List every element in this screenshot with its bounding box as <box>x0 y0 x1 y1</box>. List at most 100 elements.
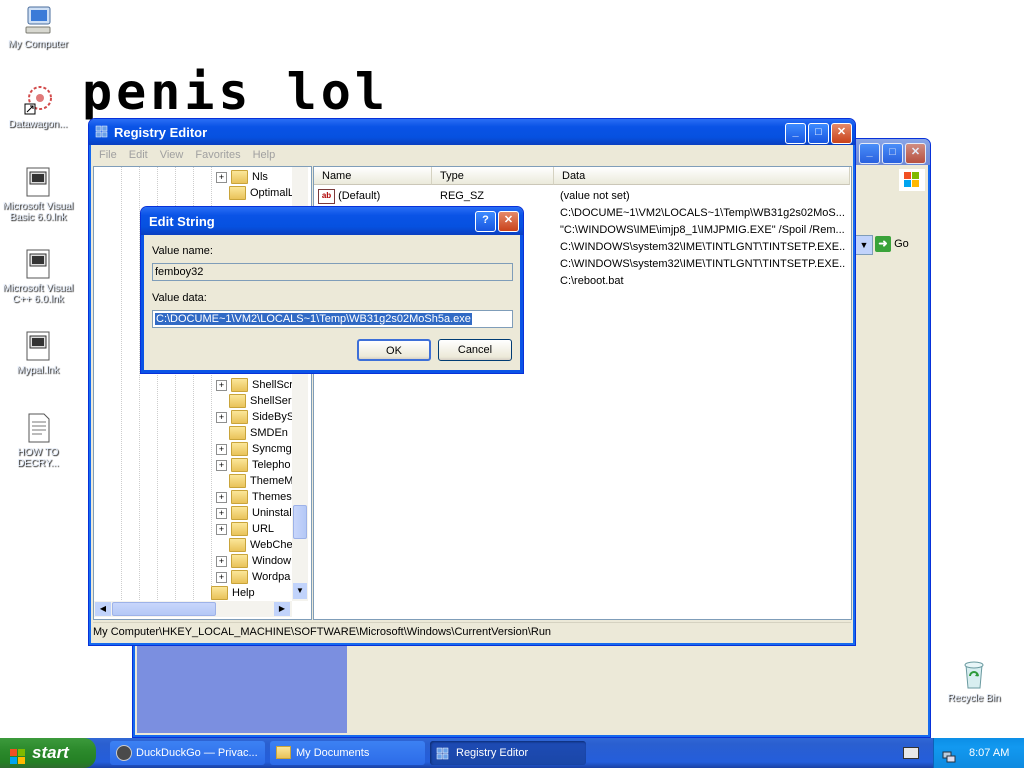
taskbar-item-registry-editor[interactable]: Registry Editor <box>430 741 586 765</box>
tree-item[interactable]: SMDEn <box>229 425 288 441</box>
expand-icon[interactable]: + <box>216 443 227 455</box>
desktop-icon-label: My Computer <box>7 39 68 50</box>
folder-icon <box>231 410 248 425</box>
status-bar: My Computer\HKEY_LOCAL_MACHINE\SOFTWARE\… <box>93 622 851 641</box>
close-button[interactable]: ✕ <box>498 211 519 232</box>
column-header-type[interactable]: Type <box>432 167 554 185</box>
tree-item[interactable]: + Wordpa <box>216 569 290 585</box>
folder-icon <box>231 458 248 473</box>
go-label: Go <box>894 238 909 250</box>
expand-icon[interactable]: + <box>216 507 227 519</box>
expand-icon[interactable]: + <box>216 411 227 423</box>
dialog-titlebar[interactable]: Edit String ? ✕ <box>141 207 523 235</box>
menu-edit[interactable]: Edit <box>123 146 154 164</box>
string-value-icon: ab <box>318 188 335 204</box>
start-button[interactable]: start <box>0 738 96 768</box>
taskbar-item-my-documents[interactable]: My Documents <box>270 741 425 765</box>
desktop-icon-how-to-decrypt[interactable]: HOW TO DECRY... <box>0 412 76 469</box>
address-dropdown-arrow[interactable]: ▼ <box>855 235 873 255</box>
ok-button[interactable]: OK <box>357 339 431 361</box>
tree-item[interactable]: + Uninstal <box>216 505 292 521</box>
maximize-button[interactable]: □ <box>808 123 829 144</box>
value-data[interactable]: C:\DOCUME~1\VM2\LOCALS~1\Temp\WB31g2s02M… <box>560 205 846 222</box>
value-type: REG_SZ <box>440 190 485 202</box>
taskbar: start DuckDuckGo — Privac... My Document… <box>0 738 1024 768</box>
folder-icon <box>229 538 246 553</box>
desktop-icon-vcpp6[interactable]: Microsoft Visual C++ 6.0.lnk <box>0 248 76 305</box>
background-window-sidepanel <box>137 645 347 733</box>
tree-horizontal-scrollbar[interactable]: ◀ ▶ <box>94 601 292 617</box>
expand-icon[interactable]: + <box>216 555 227 567</box>
registry-editor-title: Registry Editor <box>114 125 208 140</box>
folder-icon <box>276 746 291 759</box>
shortcut-file-icon <box>22 248 54 280</box>
expand-icon[interactable]: + <box>216 459 227 471</box>
desktop-icon-mypal[interactable]: Mypal.lnk <box>0 330 76 376</box>
tree-item[interactable]: + Telepho <box>216 457 291 473</box>
desktop-icon-vb6[interactable]: Microsoft Visual Basic 6.0.lnk <box>0 166 76 223</box>
value-data-label: Value data: <box>152 292 207 304</box>
column-header-name[interactable]: Name <box>314 167 432 185</box>
desktop-icon-label: Mypal.lnk <box>16 365 60 376</box>
tree-item[interactable]: + URL <box>216 521 274 537</box>
scroll-left-arrow[interactable]: ◀ <box>95 602 111 616</box>
tree-item[interactable]: ThemeM <box>229 473 293 489</box>
column-header-data[interactable]: Data <box>554 167 850 185</box>
network-icon[interactable] <box>942 746 956 763</box>
tree-item[interactable]: + Themes <box>216 489 292 505</box>
folder-icon <box>231 170 248 185</box>
edit-string-dialog[interactable]: Edit String ? ✕ Value name: femboy32 Val… <box>140 206 524 374</box>
system-tray: 8:07 AM <box>933 738 1024 768</box>
cancel-button[interactable]: Cancel <box>438 339 512 361</box>
tree-item[interactable]: WebChe <box>229 537 293 553</box>
tree-item[interactable]: + SideByS <box>216 409 294 425</box>
registry-editor-titlebar[interactable]: Registry Editor _ □ ✕ <box>89 119 855 145</box>
maximize-button[interactable]: □ <box>882 143 903 164</box>
shortcut-file-icon <box>22 330 54 362</box>
value-data[interactable]: C:\reboot.bat <box>560 273 846 290</box>
go-button[interactable]: ➜ Go <box>875 235 921 253</box>
go-arrow-icon: ➜ <box>875 236 891 253</box>
value-data[interactable]: C:\WINDOWS\system32\IME\TINTLGNT\TINTSET… <box>560 239 846 256</box>
expand-icon[interactable]: + <box>216 379 227 391</box>
computer-icon <box>22 4 54 36</box>
menu-view[interactable]: View <box>154 146 190 164</box>
desktop-icon-datawagon[interactable]: Datawagon... <box>0 84 76 130</box>
taskbar-item-duckduckgo[interactable]: DuckDuckGo — Privac... <box>110 741 265 765</box>
close-button[interactable]: ✕ <box>905 143 926 164</box>
tree-item[interactable]: + Syncmgr <box>216 441 295 457</box>
value-data[interactable]: C:\WINDOWS\system32\IME\TINTLGNT\TINTSET… <box>560 256 846 273</box>
tree-item[interactable]: + ShellScr <box>216 377 293 393</box>
minimize-button[interactable]: _ <box>785 123 806 144</box>
desktop-icon-label: HOW TO DECRY... <box>17 447 59 469</box>
minimize-button[interactable]: _ <box>859 143 880 164</box>
clock[interactable]: 8:07 AM <box>969 738 1009 768</box>
expand-icon[interactable]: + <box>216 171 227 183</box>
expand-icon[interactable]: + <box>216 523 227 535</box>
help-button[interactable]: ? <box>475 211 496 232</box>
registry-editor-window[interactable]: Registry Editor _ □ ✕ File Edit View Favori… <box>88 118 856 646</box>
scroll-thumb[interactable] <box>293 505 307 539</box>
tree-item[interactable]: Help <box>211 585 255 601</box>
folder-icon <box>229 394 246 409</box>
desktop-icon-my-computer[interactable]: My Computer <box>0 4 76 50</box>
tree-item[interactable]: + Window <box>216 553 291 569</box>
tree-item[interactable]: ShellSer <box>229 393 292 409</box>
menu-favorites[interactable]: Favorites <box>189 146 246 164</box>
tree-item[interactable]: + Nls <box>216 169 268 185</box>
scroll-right-arrow[interactable]: ▶ <box>274 602 290 616</box>
expand-icon[interactable]: + <box>216 571 227 583</box>
desktop-icon-recycle-bin[interactable]: Recycle Bin <box>936 658 1012 704</box>
value-data-input[interactable]: C:\DOCUME~1\VM2\LOCALS~1\Temp\WB31g2s02M… <box>152 310 513 328</box>
scroll-down-arrow[interactable]: ▼ <box>293 583 307 599</box>
keyboard-icon[interactable] <box>903 747 919 759</box>
folder-icon <box>229 474 246 489</box>
close-button[interactable]: ✕ <box>831 123 852 144</box>
value-data[interactable]: "C:\WINDOWS\IME\imjp8_1\IMJPMIG.EXE" /Sp… <box>560 222 846 239</box>
menu-help[interactable]: Help <box>247 146 282 164</box>
expand-icon[interactable]: + <box>216 491 227 503</box>
menu-file[interactable]: File <box>93 146 123 164</box>
scroll-thumb[interactable] <box>112 602 216 616</box>
folder-icon <box>231 570 248 585</box>
tree-item[interactable]: OptimalL <box>229 185 294 201</box>
